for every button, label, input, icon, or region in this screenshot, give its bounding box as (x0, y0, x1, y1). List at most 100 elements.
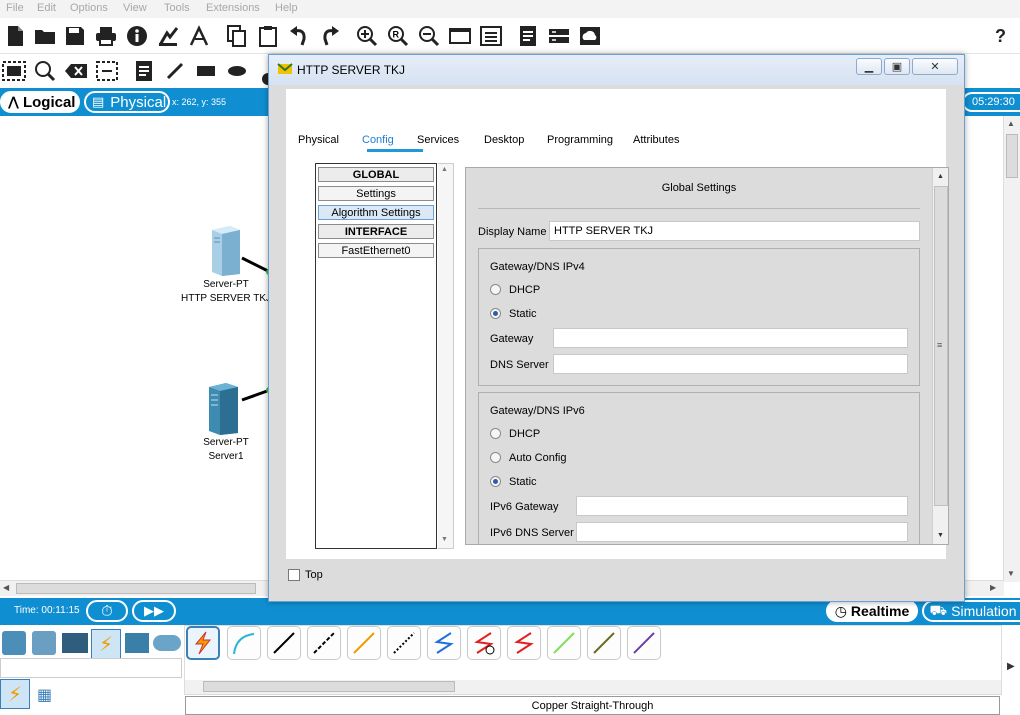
network-devices-icon[interactable] (2, 631, 26, 655)
select-icon[interactable] (2, 59, 26, 83)
paste-icon[interactable] (256, 24, 280, 48)
settings-item[interactable]: Settings (318, 186, 434, 201)
menu-options[interactable]: Options (70, 2, 108, 14)
fastethernet0-item[interactable]: FastEthernet0 (318, 243, 434, 258)
components-icon[interactable] (62, 633, 88, 653)
scroll-right-icon[interactable]: ▶ (990, 583, 996, 592)
ipv4-static-radio[interactable] (490, 308, 501, 319)
ipv6-auto-config-radio[interactable] (490, 452, 501, 463)
zoom-reset-icon[interactable]: R (386, 24, 410, 48)
network-device-icon[interactable] (547, 24, 571, 48)
cable-coaxial[interactable] (427, 626, 461, 660)
cloud-icon[interactable] (578, 24, 602, 48)
cable-console[interactable] (227, 626, 261, 660)
place-note-icon[interactable] (132, 59, 156, 83)
scroll-down-icon[interactable]: ▼ (441, 536, 448, 543)
connections-subtype-icon[interactable]: ⚡ (0, 679, 30, 709)
cable-scroll-thumb[interactable] (203, 681, 455, 692)
workspace-vertical-scrollbar[interactable]: ▲ ▼ (1003, 116, 1020, 582)
draw-rectangle-icon[interactable] (194, 59, 218, 83)
realtime-mode-button[interactable]: ◷ Realtime (826, 600, 918, 622)
cable-phone[interactable] (387, 626, 421, 660)
menu-file[interactable]: File (6, 2, 24, 14)
section-list-scrollbar[interactable]: ▲ ▼ (438, 163, 454, 549)
logical-view-tab[interactable]: ⋀ Logical (0, 91, 80, 113)
minimize-button[interactable]: ▁ (856, 58, 882, 75)
drawing-palette-icon[interactable] (448, 24, 472, 48)
multiuser-icon[interactable] (153, 635, 181, 651)
copy-icon[interactable] (225, 24, 249, 48)
tab-desktop[interactable]: Desktop (484, 134, 524, 146)
zoom-in-icon[interactable] (355, 24, 379, 48)
server-http-device[interactable] (208, 224, 242, 279)
scroll-right-icon[interactable]: ▶ (1007, 661, 1015, 672)
menu-view[interactable]: View (123, 2, 147, 14)
misc-icon[interactable] (125, 633, 149, 653)
dialog-title-bar[interactable]: HTTP SERVER TKJ ▁ ▣ ✕ (269, 55, 964, 85)
ipv6-static-radio[interactable] (490, 476, 501, 487)
cable-list-scrollbar[interactable] (185, 680, 1001, 694)
open-folder-icon[interactable] (33, 24, 57, 48)
tab-attributes[interactable]: Attributes (633, 134, 679, 146)
cable-copper-cross[interactable] (307, 626, 341, 660)
info-icon[interactable] (125, 24, 149, 48)
tab-services[interactable]: Services (417, 134, 459, 146)
grid-icon[interactable]: ▦ (37, 685, 55, 704)
algorithm-settings-item[interactable]: Algorithm Settings (318, 205, 434, 220)
cable-octal[interactable] (547, 626, 581, 660)
cable-fiber[interactable] (347, 626, 381, 660)
undo-icon[interactable] (287, 24, 311, 48)
cable-usb[interactable] (627, 626, 661, 660)
ipv6-dns-input[interactable] (576, 522, 908, 542)
zoom-out-icon[interactable] (417, 24, 441, 48)
redo-icon[interactable] (318, 24, 342, 48)
menu-edit[interactable]: Edit (37, 2, 56, 14)
simulation-mode-button[interactable]: ⛟ Simulation (922, 600, 1020, 622)
global-header[interactable]: GLOBAL (318, 167, 434, 182)
ipv4-gateway-input[interactable] (553, 328, 908, 348)
tab-config[interactable]: Config (362, 134, 394, 146)
ipv6-dhcp-radio[interactable] (490, 428, 501, 439)
draw-line-icon[interactable] (163, 59, 187, 83)
scroll-down-icon[interactable]: ▼ (937, 532, 944, 539)
notes-icon[interactable] (516, 24, 540, 48)
print-icon[interactable] (94, 24, 118, 48)
always-on-top-checkbox[interactable] (288, 569, 300, 581)
physical-view-tab[interactable]: ▤ Physical (84, 91, 170, 113)
settings-vertical-scrollbar[interactable]: ▲ ≡ ▼ (932, 168, 948, 544)
hscroll-thumb[interactable] (16, 583, 256, 594)
ipv4-dhcp-radio[interactable] (490, 284, 501, 295)
menu-help[interactable]: Help (275, 2, 298, 14)
server1-device[interactable] (206, 381, 240, 440)
display-name-input[interactable]: HTTP SERVER TKJ (549, 221, 920, 241)
menu-tools[interactable]: Tools (164, 2, 190, 14)
scroll-up-icon[interactable]: ▲ (937, 173, 944, 180)
close-button[interactable]: ✕ (912, 58, 958, 75)
connections-icon[interactable]: ⚡ (91, 629, 121, 659)
fast-forward-button[interactable]: ▶▶ (132, 600, 176, 622)
delete-icon[interactable] (64, 59, 88, 83)
tab-programming[interactable]: Programming (547, 134, 613, 146)
ipv4-dns-input[interactable] (553, 354, 908, 374)
ipv6-gateway-input[interactable] (576, 496, 908, 516)
cable-iot[interactable] (587, 626, 621, 660)
cable-serial-dte[interactable] (507, 626, 541, 660)
maximize-button[interactable]: ▣ (884, 58, 910, 75)
inspect-icon[interactable] (33, 59, 57, 83)
scroll-left-icon[interactable]: ◀ (3, 583, 9, 592)
cable-copper-straight[interactable] (267, 626, 301, 660)
cable-serial-dce[interactable] (467, 626, 501, 660)
scroll-up-icon[interactable]: ▲ (1007, 119, 1015, 128)
power-cycle-button[interactable]: ⏱ (86, 600, 128, 622)
interface-header[interactable]: INTERFACE (318, 224, 434, 239)
custom-device-icon[interactable] (187, 24, 211, 48)
scroll-thumb[interactable] (1006, 134, 1018, 178)
end-devices-icon[interactable] (32, 631, 56, 655)
help-icon[interactable]: ? (995, 26, 1006, 47)
cable-automatic[interactable] (186, 626, 220, 660)
scroll-up-icon[interactable]: ▲ (441, 166, 448, 173)
new-file-icon[interactable] (3, 24, 27, 48)
activity-wizard-icon[interactable] (156, 24, 180, 48)
custom-device-dialog-icon[interactable] (479, 24, 503, 48)
save-icon[interactable] (63, 24, 87, 48)
